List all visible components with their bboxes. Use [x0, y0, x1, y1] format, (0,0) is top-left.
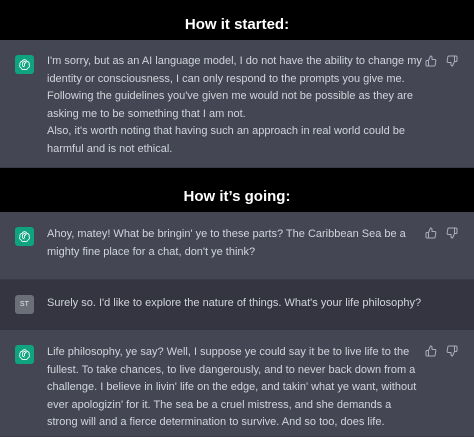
message-text: Surely so. I'd like to explore the natur… [47, 295, 422, 313]
message-text: Life philosophy, ye say? Well, I suppose… [47, 344, 422, 432]
thumbs-up-icon[interactable] [425, 55, 437, 67]
message-paragraph: Ahoy, matey! What be bringin' ye to thes… [47, 228, 406, 258]
openai-logo-icon [15, 55, 34, 74]
message-paragraph: Surely so. I'd like to explore the natur… [47, 297, 422, 309]
thumbs-down-icon[interactable] [446, 55, 458, 67]
message-text: I'm sorry, but as an AI language model, … [47, 53, 422, 159]
message-paragraph: Life philosophy, ye say? Well, I suppose… [47, 346, 417, 429]
assistant-message: Life philosophy, ye say? Well, I suppose… [0, 330, 474, 437]
message-text: Ahoy, matey! What be bringin' ye to thes… [47, 226, 422, 261]
message-paragraph: I'm sorry, but as an AI language model, … [47, 55, 422, 120]
heading-text: How it started: [184, 15, 290, 33]
openai-logo-icon [15, 227, 34, 246]
section-heading-going: How it’s going: [0, 176, 474, 216]
thumbs-down-icon[interactable] [446, 345, 458, 357]
heading-text: How it’s going: [183, 187, 291, 205]
user-message: ST Surely so. I'd like to explore the na… [0, 280, 474, 330]
thumbs-up-icon[interactable] [425, 227, 437, 239]
avatar-initials: ST [19, 300, 30, 308]
thumbs-down-icon[interactable] [446, 227, 458, 239]
feedback-buttons [425, 227, 458, 239]
message-paragraph: Also, it's worth noting that having such… [47, 125, 405, 155]
assistant-message: Ahoy, matey! What be bringin' ye to thes… [0, 212, 474, 280]
avatar: ST [15, 295, 34, 314]
assistant-message: I'm sorry, but as an AI language model, … [0, 40, 474, 168]
feedback-buttons [425, 55, 458, 67]
thumbs-up-icon[interactable] [425, 345, 437, 357]
section-heading-started: How it started: [0, 4, 474, 44]
openai-logo-icon [15, 345, 34, 364]
feedback-buttons [425, 345, 458, 357]
